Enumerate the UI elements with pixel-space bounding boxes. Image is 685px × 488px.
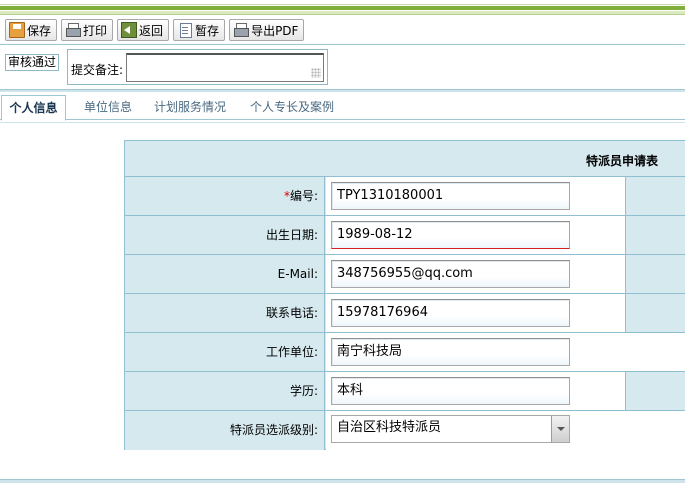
draft-button[interactable]: 暂存	[173, 19, 226, 41]
save-button[interactable]: 保存	[5, 19, 58, 41]
chevron-down-icon[interactable]	[551, 416, 569, 442]
remark-label: 提交备注:	[71, 63, 124, 77]
form-row-workplace: 工作单位: 南宁科技局	[125, 333, 685, 372]
form-row-birthdate: 出生日期: 1989-08-12	[125, 216, 685, 255]
form-row-email: E-Mail: 348756955@qq.com	[125, 255, 685, 294]
back-button[interactable]: 返回	[117, 19, 170, 41]
phone-input[interactable]: 15978176964	[331, 299, 570, 327]
form-row-number: *编号: TPY1310180001	[125, 177, 685, 216]
field-label: *编号:	[125, 177, 325, 215]
form-row-education: 学历: 本科	[125, 372, 685, 411]
birthdate-input[interactable]: 1989-08-12	[331, 221, 570, 249]
level-select[interactable]: 自治区科技特派员	[331, 415, 570, 443]
level-selected-value: 自治区科技特派员	[337, 420, 442, 435]
export-pdf-button[interactable]: 导出PDF	[229, 19, 305, 41]
application-form: 特派员申请表 *编号: TPY1310180001 出生日期: 1989-08-…	[124, 140, 685, 450]
back-arrow-icon	[121, 22, 138, 38]
remark-box: 提交备注:	[67, 49, 328, 85]
remark-input[interactable]	[126, 53, 324, 82]
field-label: 联系电话:	[125, 294, 325, 332]
tab-unit-info[interactable]: 单位信息	[84, 95, 132, 120]
form-title: 特派员申请表	[586, 154, 659, 168]
export-printer-icon	[233, 22, 250, 38]
form-row-phone: 联系电话: 15978176964	[125, 294, 685, 333]
top-stripes	[0, 0, 685, 16]
save-label: 保存	[27, 23, 52, 38]
audit-status-badge: 审核通过	[5, 54, 60, 71]
form-row-level: 特派员选派级别: 自治区科技特派员	[125, 411, 685, 450]
field-label: 工作单位:	[125, 333, 325, 371]
export-label: 导出PDF	[251, 23, 299, 38]
printer-icon	[65, 22, 82, 38]
tab-expertise-cases[interactable]: 个人专长及案例	[250, 95, 334, 120]
number-input[interactable]: TPY1310180001	[331, 182, 570, 210]
draft-label: 暂存	[195, 23, 220, 38]
field-label: 学历:	[125, 372, 325, 410]
field-label: 特派员选派级别:	[125, 411, 325, 450]
audit-bar: 审核通过 提交备注:	[0, 44, 685, 88]
resize-grip-icon[interactable]	[311, 68, 321, 78]
print-button[interactable]: 打印	[61, 19, 114, 41]
toolbar: 保存 打印 返回 暂存 导出PDF	[0, 16, 685, 43]
field-label: 出生日期:	[125, 216, 325, 254]
print-label: 打印	[83, 23, 108, 38]
tab-bar: 个人信息 单位信息 计划服务情况 个人专长及案例	[0, 95, 685, 123]
field-label: E-Mail:	[125, 255, 325, 293]
back-label: 返回	[139, 23, 164, 38]
save-icon	[9, 22, 25, 38]
tab-personal-info[interactable]: 个人信息	[1, 95, 66, 121]
divider	[0, 89, 685, 92]
email-input[interactable]: 348756955@qq.com	[331, 260, 570, 288]
education-input[interactable]: 本科	[331, 377, 570, 405]
form-title-row: 特派员申请表	[125, 141, 685, 177]
workplace-input[interactable]: 南宁科技局	[331, 338, 570, 366]
tab-service-plan[interactable]: 计划服务情况	[154, 95, 226, 120]
document-icon	[177, 22, 193, 38]
bottom-divider	[0, 479, 685, 483]
